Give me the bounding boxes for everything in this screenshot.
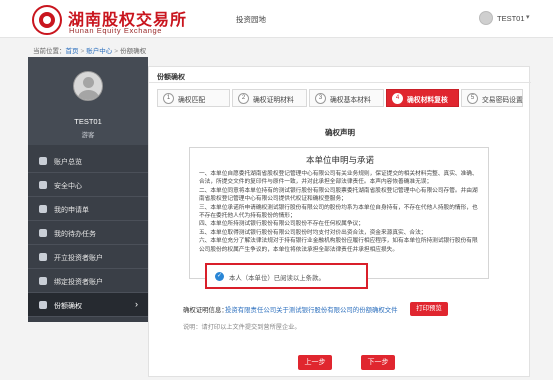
sidebar-item-share-confirmation[interactable]: 份额确权 › xyxy=(28,293,148,317)
previous-step-button[interactable]: 上一步 xyxy=(298,355,332,370)
exchange-logo[interactable] xyxy=(32,5,62,35)
step-label: 确权证明材料 xyxy=(253,97,294,104)
step-3: 3 确权基本材料 xyxy=(309,89,384,107)
declaration-line: 五、本单位取得测试银行股份有限公司股份时均支付对价出资合法，资金来源真实、合法； xyxy=(199,229,427,236)
step-4: 4 确权材料复核 xyxy=(386,89,459,107)
step-label: 确权基本材料 xyxy=(330,97,371,104)
sidebar-item-label: 开立投资者账户 xyxy=(54,255,103,262)
sidebar-item-bind-account[interactable]: 绑定投资者账户 xyxy=(28,269,148,293)
print-preview-button[interactable]: 打印预览 xyxy=(410,302,448,316)
declaration-line: 二、本单位同意将本单位持有的测试银行股份有限公司股票委托湖南省股权登记管理中心有… xyxy=(199,187,478,203)
step-number: 5 xyxy=(467,93,478,104)
brand-name-en: Hunan Equity Exchange xyxy=(69,26,163,35)
profile-panel: TEST01 游客 xyxy=(28,57,148,145)
profile-avatar xyxy=(73,71,103,101)
tasks-icon xyxy=(39,229,47,237)
next-step-button[interactable]: 下一步 xyxy=(361,355,395,370)
monitor-icon xyxy=(39,157,47,165)
step-1: 1 确权匹配 xyxy=(157,89,230,107)
chevron-right-icon: › xyxy=(135,299,138,309)
declaration-line: 四、本单位所持测试银行股份有限公司股份不存在任何权属争议； xyxy=(199,221,364,228)
letter-document-link[interactable]: 投资有限责任公司关于测试银行股份有限公司的份额确权文件 xyxy=(225,305,398,314)
account-icon xyxy=(39,253,47,261)
logo-emblem xyxy=(39,12,55,28)
page-title: 份额确权 xyxy=(157,74,185,81)
top-header: 湖南股权交易所 Hunan Equity Exchange 投资园地 TEST0… xyxy=(0,0,553,38)
confirmation-letter-row: 确权证明信息： 投资有限责任公司关于测试银行股份有限公司的份额确权文件 打印预览 xyxy=(183,302,523,316)
step-label: 确权材料复核 xyxy=(407,97,448,104)
step-number: 2 xyxy=(238,93,249,104)
breadcrumb-current: 份额确权 xyxy=(120,48,147,55)
step-number: 3 xyxy=(315,93,326,104)
sidebar-item-applications[interactable]: 我的申请单 xyxy=(28,197,148,221)
breadcrumb-home[interactable]: 首页 xyxy=(66,48,79,55)
shield-icon xyxy=(39,181,47,189)
sidebar-item-open-account[interactable]: 开立投资者账户 xyxy=(28,245,148,269)
sidebar-item-tasks[interactable]: 我的待办任务 xyxy=(28,221,148,245)
main-panel: 份额确权 1 确权匹配 2 确权证明材料 3 确权基本材料 4 确权材料复核 5 交易密码… xyxy=(148,66,531,377)
declaration-line: 六、本单位充分了解法律法规对于持有银行业金融机构股份应履行相应程序，如有本单位所… xyxy=(199,238,478,253)
agree-checkbox-box[interactable]: ✓ 本人（本单位）已阅读以上条款。 xyxy=(205,263,368,289)
sidebar-item-label: 份额确权 xyxy=(54,303,82,310)
nav-investment-link[interactable]: 投资园地 xyxy=(236,14,266,25)
step-number: 1 xyxy=(163,93,174,104)
link-icon xyxy=(39,277,47,285)
step-label: 确权匹配 xyxy=(178,97,206,104)
sidebar-item-security[interactable]: 安全中心 xyxy=(28,173,148,197)
declaration-line: 三、本单位承诺所申请确权测试银行股份有限公司的股份均系为本单位自身持有，不存在代… xyxy=(199,204,478,220)
sidebar-item-label: 绑定投资者账户 xyxy=(54,279,103,286)
breadcrumb-label: 当前位置： xyxy=(33,48,66,55)
breadcrumb-account-center[interactable]: 账户中心 xyxy=(86,48,112,55)
breadcrumb-separator: > xyxy=(114,48,119,55)
declaration-body: 一、本单位自愿委托湖南省股权登记管理中心有限公司有关业务规则，保证提交的相关材料… xyxy=(199,170,483,254)
letter-label: 确权证明信息： xyxy=(183,307,228,314)
profile-name: TEST01 xyxy=(74,117,102,126)
declaration-title: 本单位申明与承诺 xyxy=(305,155,374,165)
instruction-note: 说明：请打印以上文件提交到营所屋企业。 xyxy=(183,324,301,331)
sidebar-item-label: 安全中心 xyxy=(54,183,82,190)
sidebar-item-label: 我的待办任务 xyxy=(54,231,96,238)
document-icon xyxy=(39,205,47,213)
checked-icon[interactable]: ✓ xyxy=(215,272,224,281)
sidebar-item-label: 我的申请单 xyxy=(54,207,89,214)
section-title: 确权声明 xyxy=(325,128,355,137)
user-avatar[interactable] xyxy=(479,11,493,25)
declaration-line: 一、本单位自愿委托湖南省股权登记管理中心有限公司有关业务规则，保证提交的相关材料… xyxy=(199,171,478,186)
sidebar-item-overview[interactable]: 账户总览 xyxy=(28,149,148,173)
user-name[interactable]: TEST01 xyxy=(497,14,525,23)
sidebar-item-label: 账户总览 xyxy=(54,159,82,166)
step-5: 5 交易密码设置 xyxy=(461,89,523,107)
breadcrumb-separator: > xyxy=(80,48,85,55)
breadcrumb: 当前位置：首页 > 账户中心 > 份额确权 xyxy=(33,45,146,55)
declaration-box: 本单位申明与承诺 一、本单位自愿委托湖南省股权登记管理中心有限公司有关业务规则，… xyxy=(189,147,489,279)
step-progress: 1 确权匹配 2 确权证明材料 3 确权基本材料 4 确权材料复核 5 交易密码设置 xyxy=(157,89,523,107)
agree-label: 本人（本单位）已阅读以上条款。 xyxy=(229,275,325,282)
step-label: 交易密码设置 xyxy=(482,97,523,104)
share-icon xyxy=(39,301,47,309)
step-2: 2 确权证明材料 xyxy=(232,89,307,107)
sidebar: TEST01 游客 账户总览 安全中心 我的申请单 我的待办任务 开立投资者账户… xyxy=(28,57,148,322)
profile-role: 游客 xyxy=(81,132,95,139)
chevron-down-icon[interactable]: ▾ xyxy=(526,13,530,21)
step-number: 4 xyxy=(392,93,403,104)
title-divider xyxy=(149,82,531,83)
